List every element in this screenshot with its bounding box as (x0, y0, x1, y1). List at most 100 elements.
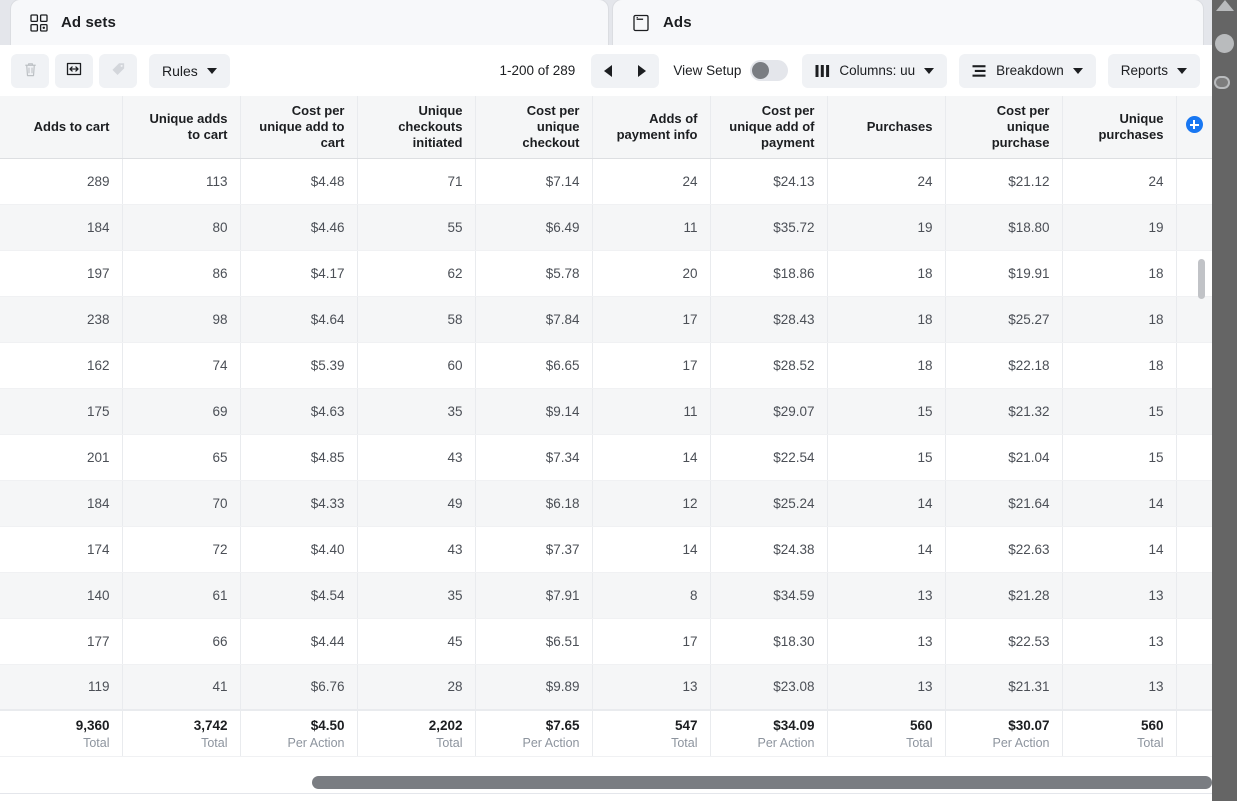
table-cell: $4.85 (240, 434, 358, 481)
table-cell: $4.63 (240, 388, 358, 435)
column-header-purchases[interactable]: Purchases (827, 96, 946, 159)
tab-ads[interactable]: Ads (613, 0, 1203, 45)
table-cell: $7.37 (475, 526, 593, 573)
table-cell: $22.54 (710, 434, 828, 481)
table-cell: 60 (357, 342, 476, 389)
table-cell-spacer (1176, 250, 1212, 297)
table-cell: 13 (1062, 572, 1177, 619)
table-cell: 17 (592, 342, 711, 389)
table-cell: $22.63 (945, 526, 1063, 573)
table-body: 289 113 $4.48 71 $7.14 24 $24.13 24 $21.12 24 184 8… (0, 158, 1212, 757)
column-header-unique-adds-to-cart[interactable]: Unique adds to cart (122, 96, 241, 159)
table-row[interactable]: 140 61 $4.54 35 $7.91 8 $34.59 13 $21.28 13 (0, 572, 1212, 619)
table-cell: 20 (592, 250, 711, 297)
view-setup-toggle[interactable]: View Setup (673, 60, 789, 81)
columns-label: Columns: uu (839, 63, 916, 78)
breakdown-dropdown-button[interactable]: Breakdown (959, 53, 1096, 88)
trash-icon-button[interactable] (11, 53, 49, 88)
table-cell: 43 (357, 526, 476, 573)
rules-dropdown-button[interactable]: Rules (149, 53, 230, 88)
duplicate-icon-button[interactable] (55, 53, 93, 88)
table-row[interactable]: 174 72 $4.40 43 $7.37 14 $24.38 14 $22.63 14 (0, 526, 1212, 573)
table-row[interactable]: 184 80 $4.46 55 $6.49 11 $35.72 19 $18.80 19 (0, 204, 1212, 251)
panel-bottom-edge (0, 793, 1212, 801)
table-cell: 45 (357, 618, 476, 665)
column-header-adds-of-payment-info[interactable]: Adds of payment info (592, 96, 711, 159)
breakdown-label: Breakdown (996, 63, 1064, 78)
view-setup-switch[interactable] (750, 60, 789, 81)
table-cell: $4.40 (240, 526, 358, 573)
add-column-plus-icon (1185, 116, 1203, 134)
table-cell: $7.84 (475, 296, 593, 343)
previous-page-button[interactable] (591, 53, 626, 88)
totals-label: Total (1137, 736, 1164, 751)
table-cell: 13 (827, 618, 946, 665)
table-cell: 58 (357, 296, 476, 343)
table-cell: 113 (122, 158, 241, 205)
column-header-cost-per-unique-checkout[interactable]: Cost per unique checkout (475, 96, 593, 159)
totals-label: Per Action (287, 736, 345, 751)
table-cell-spacer (1176, 434, 1212, 481)
table-cell: $22.18 (945, 342, 1063, 389)
next-page-button[interactable] (625, 53, 660, 88)
horizontal-scrollbar-thumb[interactable] (312, 776, 1212, 789)
table-cell: 17 (592, 296, 711, 343)
horizontal-scrollbar[interactable] (0, 771, 1212, 793)
switch-knob (752, 62, 770, 79)
table-cell: 35 (357, 572, 476, 619)
column-header-cost-per-unique-add-of-payment[interactable]: Cost per unique add of payment (710, 96, 828, 159)
table-cell: 61 (122, 572, 241, 619)
tab-ads-label: Ads (663, 14, 692, 31)
table-cell: 15 (1062, 434, 1177, 481)
table-cell: $6.76 (240, 664, 358, 711)
totals-cell: 547 Total (592, 709, 711, 757)
table-cell: 18 (827, 296, 946, 343)
column-header-unique-purchases[interactable]: Unique purchases (1062, 96, 1177, 159)
table-row[interactable]: 197 86 $4.17 62 $5.78 20 $18.86 18 $19.91 18 (0, 250, 1212, 297)
table-cell: $19.91 (945, 250, 1063, 297)
totals-cell: $30.07 Per Action (945, 709, 1063, 757)
table-row[interactable]: 119 41 $6.76 28 $9.89 13 $23.08 13 $21.31 13 (0, 664, 1212, 711)
rail-pill-shape (1214, 76, 1230, 89)
table-row[interactable]: 175 69 $4.63 35 $9.14 11 $29.07 15 $21.32 15 (0, 388, 1212, 435)
metrics-table-container[interactable]: Adds to cart Unique adds to cart Cost pe… (0, 96, 1212, 801)
table-row[interactable]: 177 66 $4.44 45 $6.51 17 $18.30 13 $22.53 13 (0, 618, 1212, 665)
table-row[interactable]: 162 74 $5.39 60 $6.65 17 $28.52 18 $22.18 18 (0, 342, 1212, 389)
vertical-scrollbar-thumb[interactable] (1198, 259, 1205, 299)
grid-2x2-icon (28, 12, 50, 34)
column-header-cost-per-unique-add-to-cart[interactable]: Cost per unique add to cart (240, 96, 358, 159)
table-cell: 24 (592, 158, 711, 205)
tag-icon-button[interactable] (99, 53, 137, 88)
totals-value: $34.09 (773, 718, 815, 734)
table-cell-spacer (1176, 388, 1212, 435)
rail-circle-shape (1215, 34, 1234, 53)
rules-label: Rules (162, 62, 198, 79)
columns-dropdown-button[interactable]: Columns: uu (802, 53, 948, 88)
table-cell: $4.33 (240, 480, 358, 527)
totals-label: Total (436, 736, 463, 751)
tab-ad-sets[interactable]: Ad sets (11, 0, 608, 45)
triangle-right-icon (638, 64, 647, 77)
add-column-button[interactable] (1176, 96, 1212, 159)
table-cell: $4.46 (240, 204, 358, 251)
table-cell: 72 (122, 526, 241, 573)
table-cell: $35.72 (710, 204, 828, 251)
table-cell: 13 (827, 664, 946, 711)
table-cell: 70 (122, 480, 241, 527)
table-cell-spacer (1176, 158, 1212, 205)
table-row[interactable]: 289 113 $4.48 71 $7.14 24 $24.13 24 $21.12 24 (0, 158, 1212, 205)
table-cell: 24 (827, 158, 946, 205)
table-header-row: Adds to cart Unique adds to cart Cost pe… (0, 96, 1212, 159)
column-header-unique-checkouts-initiated[interactable]: Unique checkouts initiated (357, 96, 476, 159)
column-header-cost-per-unique-purchase[interactable]: Cost per unique purchase (945, 96, 1063, 159)
column-header-adds-to-cart[interactable]: Adds to cart (0, 96, 123, 159)
reports-dropdown-button[interactable]: Reports (1107, 53, 1200, 88)
table-cell: $7.14 (475, 158, 593, 205)
app-root: Ad sets Ads Rules 1-200 of 289 View Setu… (0, 0, 1237, 801)
totals-value: 547 (674, 718, 698, 734)
totals-value: 9,360 (75, 718, 110, 734)
table-row[interactable]: 184 70 $4.33 49 $6.18 12 $25.24 14 $21.64 14 (0, 480, 1212, 527)
table-row[interactable]: 238 98 $4.64 58 $7.84 17 $28.43 18 $25.27 18 (0, 296, 1212, 343)
view-setup-label: View Setup (673, 63, 742, 78)
table-row[interactable]: 201 65 $4.85 43 $7.34 14 $22.54 15 $21.04 15 (0, 434, 1212, 481)
